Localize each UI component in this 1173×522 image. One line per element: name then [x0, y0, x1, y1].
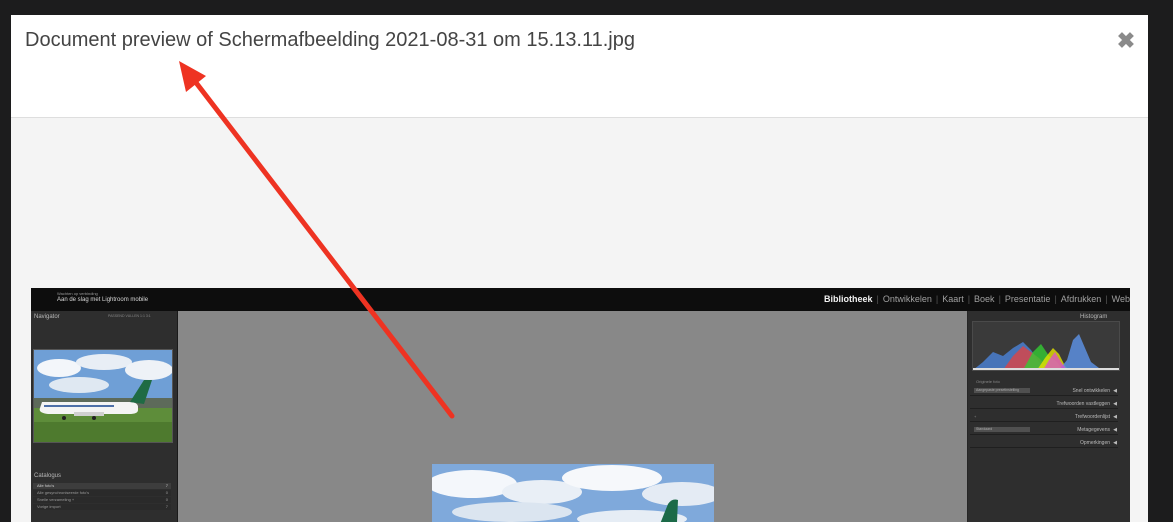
annotation-arrow	[179, 61, 455, 419]
